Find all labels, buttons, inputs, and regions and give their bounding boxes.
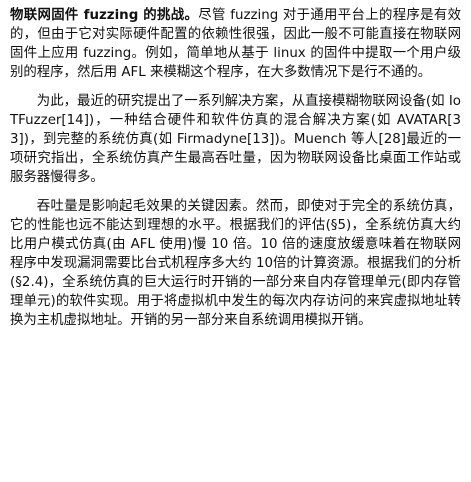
paragraph-proposed-solutions: 为此，最近的研究提出了一系列解决方案，从直接模糊物联网设备(如 IoTFuzze… <box>10 92 461 187</box>
paper-text-column: 物联网固件 fuzzing 的挑战。尽管 fuzzing 对于通用平台上的程序是… <box>10 6 461 340</box>
paragraph-body: 为此，最近的研究提出了一系列解决方案，从直接模糊物联网设备(如 IoTFuzze… <box>10 94 461 185</box>
paragraph-body: 吞吐量是影响起毛效果的关键因素。然而，即使对于完全的系统仿真，它的性能也远不能达… <box>10 199 461 328</box>
paragraph-throughput: 吞吐量是影响起毛效果的关键因素。然而，即使对于完全的系统仿真，它的性能也远不能达… <box>10 197 461 330</box>
paragraph-run-in-heading: 物联网固件 fuzzing 的挑战。 <box>10 8 199 23</box>
paragraph-iot-fuzzing-challenges: 物联网固件 fuzzing 的挑战。尽管 fuzzing 对于通用平台上的程序是… <box>10 6 461 82</box>
